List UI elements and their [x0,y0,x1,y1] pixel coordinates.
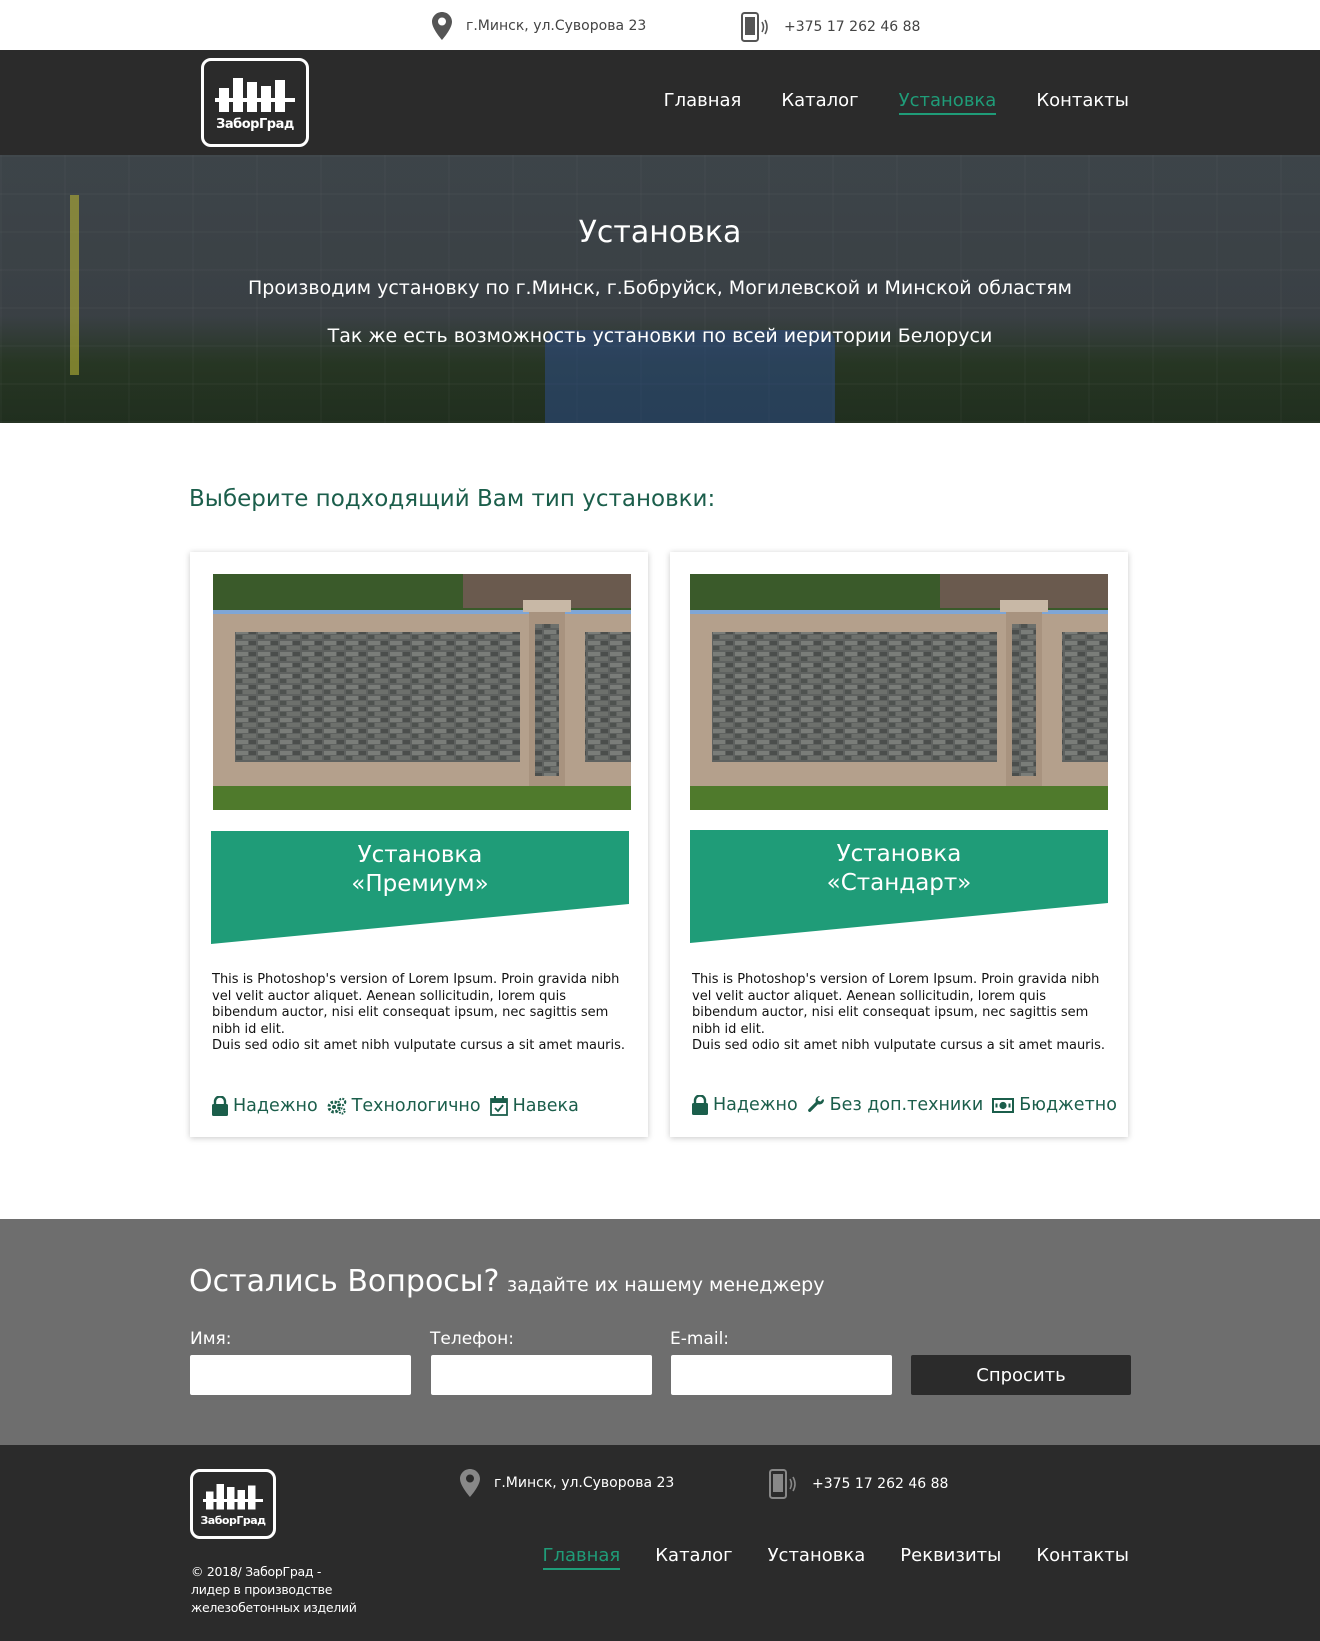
nav-installation[interactable]: Установка [898,90,997,115]
feature-reliable: Надежно [692,1095,798,1115]
wrench-icon [807,1096,824,1112]
mobile-phone-icon [741,12,768,42]
calendar-check-icon [489,1096,508,1116]
main-nav: Главная Каталог Установка Контакты [664,90,1129,115]
footer-phone-text[interactable]: +375 17 262 46 88 [812,1476,948,1492]
card-title-banner: Установка «Стандарт» [690,830,1108,943]
footer-address: г.Минск, ул.Суворова 23 [460,1469,674,1497]
hero-banner: Установка Производим установку по г.Минс… [0,155,1320,423]
copyright: © 2018/ ЗаборГрад - лидер в производстве… [191,1564,357,1615]
top-phone: +375 17 262 46 88 [740,12,920,42]
mobile-phone-icon [769,1469,796,1499]
top-phone-text[interactable]: +375 17 262 46 88 [784,19,920,35]
card-title-line-2: «Стандарт» [826,870,972,896]
fence-image [213,574,631,810]
footer-nav: Главная Каталог Установка Реквизиты Конт… [542,1545,1129,1570]
phone-label: Телефон: [430,1329,514,1349]
installation-card-premium[interactable]: Установка «Премиум» This is Photoshop's … [190,552,648,1137]
hero-title: Установка [578,215,742,250]
questions-subtitle: задайте их нашему менеджеру [507,1274,825,1296]
top-contact-bar: г.Минск, ул.Суворова 23 +375 17 262 46 8… [0,0,1320,50]
lock-icon [212,1096,228,1116]
money-icon [992,1097,1015,1113]
hero-line-2: Так же есть возможность установки по все… [327,325,993,347]
footer-nav-catalog[interactable]: Каталог [655,1545,732,1570]
feature-technological: Технологично [327,1096,481,1116]
card-title-banner: Установка «Премиум» [211,831,629,944]
card-title-line-1: Установка [357,842,483,868]
feature-budget: Бюджетно [992,1095,1117,1115]
name-input[interactable] [190,1355,411,1395]
card-title: Установка «Стандарт» [690,840,1108,898]
feature-forever: Навека [489,1096,579,1116]
card-features: Надежно Без доп.техники Бюджетно [692,1095,1117,1115]
feature-label: Бюджетно [1019,1095,1117,1115]
fence-logo-icon [203,1484,263,1510]
footer-logo[interactable]: ЗаборГрад [190,1469,276,1539]
feature-label: Навека [512,1096,579,1116]
site-logo[interactable]: ЗаборГрад [201,58,309,147]
fence-photo [213,574,631,810]
nav-contacts[interactable]: Контакты [1036,90,1129,115]
fence-logo-icon [215,77,295,112]
installation-card-standard[interactable]: Установка «Стандарт» This is Photoshop's… [670,552,1128,1137]
nav-home[interactable]: Главная [664,90,742,115]
fence-photo [690,574,1108,810]
footer-nav-requisites[interactable]: Реквизиты [900,1545,1001,1570]
lock-icon [692,1095,708,1115]
card-features: Надежно Технологично Навека [212,1096,579,1116]
questions-section: Остались Вопросы? задайте их нашему мене… [0,1219,1320,1445]
section-title: Выберите подходящий Вам тип установки: [189,486,716,512]
card-title: Установка «Премиум» [211,841,629,899]
footer-nav-home[interactable]: Главная [542,1545,621,1570]
name-label: Имя: [190,1329,232,1349]
questions-title: Остались Вопросы? [189,1264,500,1299]
nav-catalog[interactable]: Каталог [781,90,858,115]
feature-label: Технологично [351,1096,481,1116]
footer-phone: +375 17 262 46 88 [768,1469,948,1499]
card-title-line-1: Установка [836,841,962,867]
feature-label: Надежно [233,1096,318,1116]
feature-label: Надежно [713,1095,798,1115]
top-address: г.Минск, ул.Суворова 23 [432,12,646,40]
email-label: E-mail: [670,1329,730,1349]
footer-nav-contacts[interactable]: Контакты [1036,1545,1129,1570]
footer-nav-installation[interactable]: Установка [768,1545,866,1570]
main-header: ЗаборГрад Главная Каталог Установка Конт… [0,50,1320,155]
top-address-text: г.Минск, ул.Суворова 23 [466,18,647,34]
logo-text: ЗаборГрад [216,116,294,132]
feature-no-machinery: Без доп.техники [807,1095,984,1115]
gears-icon [327,1097,346,1115]
card-description: This is Photoshop's version of Lorem Ips… [212,972,626,1054]
map-pin-icon [460,1469,480,1497]
map-pin-icon [432,12,452,40]
hero-line-1: Производим установку по г.Минск, г.Бобру… [247,277,1073,299]
feature-label: Без доп.техники [829,1095,984,1115]
card-title-line-2: «Премиум» [351,871,489,897]
feature-reliable: Надежно [212,1096,318,1116]
email-input[interactable] [671,1355,892,1395]
fence-image [690,574,1108,810]
logo-text: ЗаборГрад [200,1514,266,1527]
phone-input[interactable] [431,1355,652,1395]
footer-address-text: г.Минск, ул.Суворова 23 [494,1475,675,1491]
ask-button[interactable]: Спросить [911,1355,1131,1395]
card-description: This is Photoshop's version of Lorem Ips… [692,972,1106,1054]
site-footer: ЗаборГрад © 2018/ ЗаборГрад - лидер в пр… [0,1445,1320,1641]
